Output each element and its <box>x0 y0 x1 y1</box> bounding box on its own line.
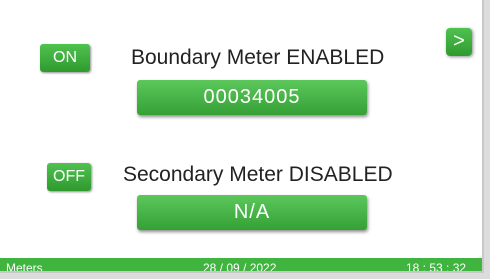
secondary-meter-status-label: Secondary Meter DISABLED <box>123 163 393 186</box>
date-display: 28 / 09 / 2022 <box>203 261 277 273</box>
time-display: 18 : 53 : 32 <box>406 261 467 273</box>
next-page-button[interactable]: > <box>446 28 472 56</box>
secondary-meter-toggle-button[interactable]: OFF <box>47 163 91 191</box>
screen-name-label: Meters <box>6 261 43 273</box>
status-bar: Meters 28 / 09 / 2022 18 : 53 : 32 <box>0 258 482 273</box>
secondary-meter-reading-field[interactable]: N/A <box>137 195 367 230</box>
meters-screen: ON Boundary Meter ENABLED 00034005 OFF S… <box>0 0 484 273</box>
boundary-meter-toggle-button[interactable]: ON <box>40 44 90 72</box>
boundary-meter-reading-field[interactable]: 00034005 <box>137 80 367 115</box>
chevron-right-icon: > <box>453 30 465 52</box>
boundary-meter-status-label: Boundary Meter ENABLED <box>131 46 385 69</box>
